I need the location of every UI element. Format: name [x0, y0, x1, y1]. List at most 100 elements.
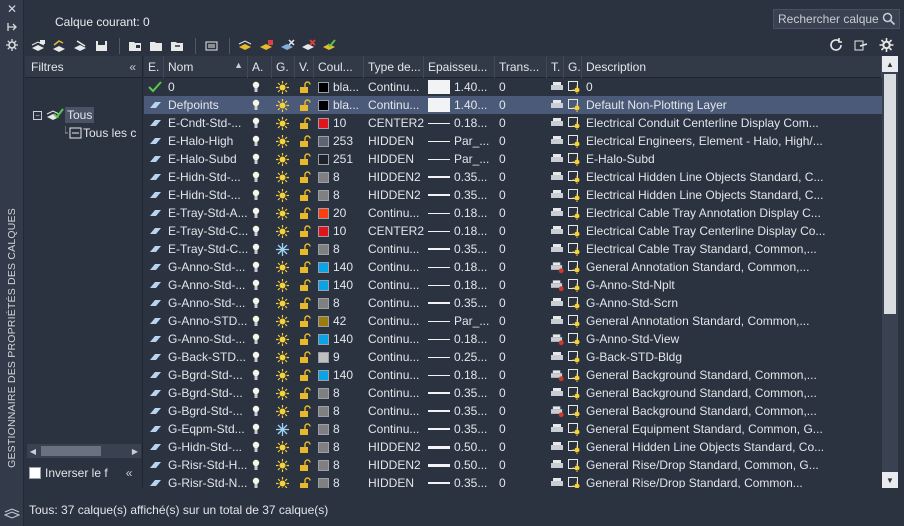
layer-linetype[interactable]: Continu... — [364, 78, 424, 96]
sun-thaw-icon[interactable] — [272, 258, 295, 276]
layer-lineweight[interactable]: Par_... — [424, 312, 495, 330]
scroll-left-icon[interactable]: ◀ — [27, 444, 39, 458]
new-vp-freeze-icon[interactable] — [564, 222, 582, 240]
plot-icon[interactable] — [547, 348, 564, 366]
bulb-on-icon[interactable] — [248, 240, 272, 258]
column-header-name[interactable]: Nom ▲ — [164, 56, 248, 78]
collapse-chevron-icon[interactable]: « — [126, 466, 133, 480]
layer-transparency[interactable]: 0 — [495, 420, 547, 438]
unlock-icon[interactable] — [295, 474, 314, 488]
layer-row[interactable]: G-Anno-Std-... 140 Continu... 0.18... 0 Gener… — [144, 258, 882, 276]
close-icon[interactable]: ✕ — [0, 0, 24, 18]
layer-color[interactable]: 253 — [314, 132, 364, 150]
plot-icon[interactable] — [547, 186, 564, 204]
plot-icon[interactable] — [547, 384, 564, 402]
layer-lineweight[interactable]: 0.18... — [424, 330, 495, 348]
layer-color[interactable]: 251 — [314, 150, 364, 168]
unlock-icon[interactable] — [295, 78, 314, 96]
unlock-icon[interactable] — [295, 114, 314, 132]
plot-icon[interactable] — [547, 294, 564, 312]
invert-filter[interactable]: Inverser le f « — [29, 466, 132, 480]
layer-color[interactable]: bla... — [314, 96, 364, 114]
folder-arrow-icon[interactable] — [168, 37, 187, 55]
layer-lineweight[interactable]: 0.35... — [424, 186, 495, 204]
sun-thaw-icon[interactable] — [272, 78, 295, 96]
sun-thaw-icon[interactable] — [272, 276, 295, 294]
color-swatch[interactable] — [318, 171, 329, 183]
layer-lineweight[interactable]: 0.50... — [424, 456, 495, 474]
plot-icon[interactable] — [547, 150, 564, 168]
layer-settings-icon[interactable] — [852, 36, 871, 54]
merge-layer-icon[interactable] — [299, 37, 318, 55]
new-vp-freeze-icon[interactable] — [564, 456, 582, 474]
scroll-thumb[interactable] — [41, 446, 101, 456]
new-vp-freeze-icon[interactable] — [564, 312, 582, 330]
layer-linetype[interactable]: Continu... — [364, 96, 424, 114]
layer-name[interactable]: E-Tray-Std-C... — [164, 222, 248, 240]
new-vp-freeze-icon[interactable] — [564, 96, 582, 114]
bulb-on-icon[interactable] — [248, 330, 272, 348]
unlock-icon[interactable] — [295, 276, 314, 294]
unlock-icon[interactable] — [295, 456, 314, 474]
layer-name[interactable]: E-Halo-Subd — [164, 150, 248, 168]
sun-thaw-icon[interactable] — [272, 132, 295, 150]
unlock-icon[interactable] — [295, 348, 314, 366]
column-header-newvp[interactable]: G. — [564, 56, 582, 78]
layer-description[interactable]: Electrical Cable Tray Standard, Common,.… — [582, 240, 882, 258]
unlock-icon[interactable] — [295, 186, 314, 204]
bulb-on-icon[interactable] — [248, 276, 272, 294]
layer-lineweight[interactable]: 0.35... — [424, 384, 495, 402]
layer-name[interactable]: G-Anno-Std-... — [164, 330, 248, 348]
layer-name[interactable]: G-Anno-Std-... — [164, 276, 248, 294]
new-vp-freeze-icon[interactable] — [564, 150, 582, 168]
layer-row[interactable]: E-Tray-Std-C... 10 CENTER2 0.18... 0 Electric… — [144, 222, 882, 240]
sun-thaw-icon[interactable] — [272, 96, 295, 114]
layer-lineweight[interactable]: 0.18... — [424, 366, 495, 384]
new-vp-freeze-icon[interactable] — [564, 204, 582, 222]
layer-transparency[interactable]: 0 — [495, 204, 547, 222]
layer-color[interactable]: 140 — [314, 276, 364, 294]
layer-transparency[interactable]: 0 — [495, 276, 547, 294]
layer-color[interactable]: 140 — [314, 258, 364, 276]
layer-linetype[interactable]: Continu... — [364, 384, 424, 402]
column-header-linetype[interactable]: Type de... — [364, 56, 424, 78]
sun-thaw-icon[interactable] — [272, 438, 295, 456]
snowflake-icon[interactable] — [272, 240, 295, 258]
bulb-on-icon[interactable] — [248, 222, 272, 240]
layer-description[interactable]: G-Anno-Std-Scrn — [582, 294, 882, 312]
unlock-icon[interactable] — [295, 402, 314, 420]
layer-description[interactable]: E-Halo-Subd — [582, 150, 882, 168]
unlock-icon[interactable] — [295, 132, 314, 150]
bulb-on-icon[interactable] — [248, 438, 272, 456]
column-header-on[interactable]: A. — [248, 56, 272, 78]
layer-lineweight[interactable]: 0.35... — [424, 240, 495, 258]
layer-color[interactable]: bla... — [314, 78, 364, 96]
new-vp-freeze-icon[interactable] — [564, 474, 582, 488]
layer-lineweight[interactable]: 0.25... — [424, 348, 495, 366]
color-swatch[interactable] — [318, 261, 329, 273]
no-plot-icon[interactable] — [547, 366, 564, 384]
layer-transparency[interactable]: 0 — [495, 366, 547, 384]
plot-icon[interactable] — [547, 474, 564, 488]
layer-row[interactable]: G-Anno-Std-... 140 Continu... 0.18... 0 G-Ann… — [144, 276, 882, 294]
layer-lineweight[interactable]: Par_... — [424, 132, 495, 150]
layer-linetype[interactable]: Continu... — [364, 330, 424, 348]
bulb-on-icon[interactable] — [248, 96, 272, 114]
color-swatch[interactable] — [318, 153, 329, 165]
color-swatch[interactable] — [318, 99, 329, 111]
layer-color[interactable]: 8 — [314, 474, 364, 488]
layer-color[interactable]: 9 — [314, 348, 364, 366]
layer-description[interactable]: General Equipment Standard, Common, G... — [582, 420, 882, 438]
color-swatch[interactable] — [318, 135, 329, 147]
tree-collapse-icon[interactable]: − — [33, 110, 42, 120]
sun-thaw-icon[interactable] — [272, 168, 295, 186]
sun-thaw-icon[interactable] — [272, 294, 295, 312]
new-vp-freeze-icon[interactable] — [564, 78, 582, 96]
layer-name[interactable]: E-Hidn-Std-... — [164, 168, 248, 186]
sun-thaw-icon[interactable] — [272, 456, 295, 474]
layer-name[interactable]: G-Bgrd-Std-... — [164, 402, 248, 420]
unlock-icon[interactable] — [295, 420, 314, 438]
color-swatch[interactable] — [318, 459, 329, 471]
layer-linetype[interactable]: CENTER2 — [364, 114, 424, 132]
color-swatch[interactable] — [318, 387, 329, 399]
